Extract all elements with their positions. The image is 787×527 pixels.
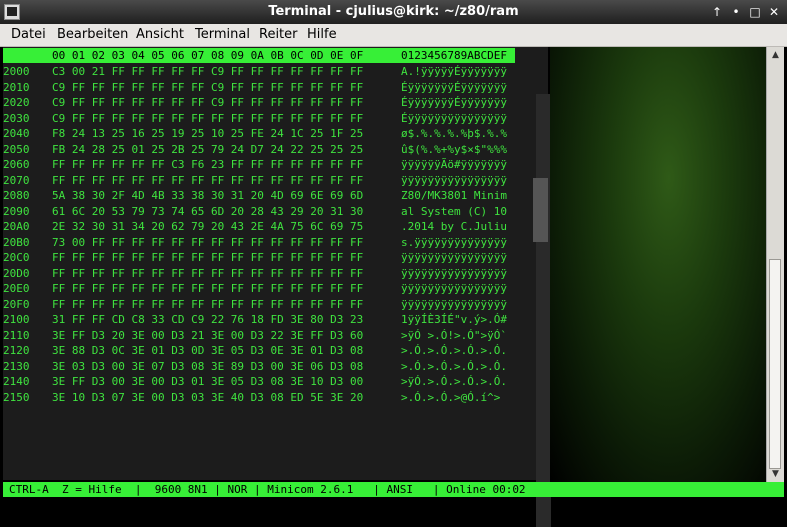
row-hex-bytes: 61 6C 20 53 79 73 74 65 6D 20 28 43 29 2… bbox=[52, 204, 364, 218]
row-address: 2090 bbox=[3, 204, 30, 218]
row-hex-bytes: C9 FF FF FF FF FF FF FF C9 FF FF FF FF F… bbox=[52, 96, 364, 109]
row-address: 2140 bbox=[3, 375, 30, 388]
row-address: 2110 bbox=[3, 328, 30, 342]
row-hex-bytes: FF FF FF FF FF FF FF FF FF FF FF FF FF F… bbox=[52, 251, 364, 264]
row-hex-bytes: FF FF FF FF FF FF FF FF FF FF FF FF FF F… bbox=[52, 266, 364, 280]
row-address: 2100 bbox=[3, 313, 30, 326]
row-ascii: ÿÿÿÿÿÿÿÿÿÿÿÿÿÿÿÿ bbox=[401, 282, 507, 295]
menu-terminal[interactable]: Terminal bbox=[195, 27, 250, 42]
row-hex-bytes: C3 00 21 FF FF FF FF FF C9 FF FF FF FF F… bbox=[52, 65, 364, 78]
row-address: 2040 bbox=[3, 127, 30, 140]
row-hex-bytes: C9 FF FF FF FF FF FF FF FF FF FF FF FF F… bbox=[52, 111, 364, 125]
minicom-status-bar: CTRL-A Z = Hilfe | 9600 8N1 | NOR | Mini… bbox=[3, 482, 784, 497]
row-hex-bytes: FF FF FF FF FF FF FF FF FF FF FF FF FF F… bbox=[52, 282, 364, 295]
row-address: 2050 bbox=[3, 142, 30, 156]
maximize-icon[interactable]: □ bbox=[746, 3, 764, 21]
close-icon[interactable]: ✕ bbox=[765, 3, 783, 21]
row-hex-bytes: FF FF FF FF FF FF FF FF FF FF FF FF FF F… bbox=[52, 297, 364, 311]
menu-bar: Datei Bearbeiten Ansicht Terminal Reiter… bbox=[0, 24, 787, 47]
window-scrollbar-thumb[interactable] bbox=[769, 259, 781, 469]
terminal-scroll-thumb[interactable] bbox=[533, 178, 548, 242]
row-address: 2010 bbox=[3, 80, 30, 94]
row-address: 20D0 bbox=[3, 266, 30, 280]
row-hex-bytes: 31 FF FF CD C8 33 CD C9 22 76 18 FD 3E 8… bbox=[52, 313, 364, 326]
row-ascii: ø$.%.%.%.%þ$.%.% bbox=[401, 127, 507, 140]
row-ascii: al System (C) 10 bbox=[401, 204, 507, 218]
row-address: 20A0 bbox=[3, 220, 30, 233]
menu-datei[interactable]: Datei bbox=[11, 27, 46, 42]
terminal-scroll-track[interactable] bbox=[536, 94, 551, 527]
row-hex-bytes: FF FF FF FF FF FF FF FF FF FF FF FF FF F… bbox=[52, 173, 364, 187]
row-address: 2130 bbox=[3, 359, 30, 373]
menu-reiter[interactable]: Reiter bbox=[259, 27, 298, 42]
row-address: 2070 bbox=[3, 173, 30, 187]
row-ascii: ÿÿÿÿÿÿÿÿÿÿÿÿÿÿÿÿ bbox=[401, 297, 507, 311]
minimize-icon[interactable]: • bbox=[727, 3, 745, 21]
row-ascii: ÿÿÿÿÿÿÃö#ÿÿÿÿÿÿÿ bbox=[401, 158, 507, 171]
row-hex-bytes: 5A 38 30 2F 4D 4B 33 38 30 31 20 4D 69 6… bbox=[52, 189, 364, 202]
row-address: 2150 bbox=[3, 390, 30, 404]
row-address: 2080 bbox=[3, 189, 30, 202]
row-hex-bytes: C9 FF FF FF FF FF FF FF C9 FF FF FF FF F… bbox=[52, 80, 364, 94]
header-ascii: 0123456789ABCDEF bbox=[401, 49, 507, 62]
row-hex-bytes: 3E FF D3 00 3E 00 D3 01 3E 05 D3 08 3E 1… bbox=[52, 375, 364, 388]
row-hex-bytes: 3E FF D3 20 3E 00 D3 21 3E 00 D3 22 3E F… bbox=[52, 328, 364, 342]
menu-bearbeiten[interactable]: Bearbeiten bbox=[57, 27, 128, 42]
scroll-up-icon[interactable]: ▲ bbox=[767, 49, 784, 61]
row-hex-bytes: 2E 32 30 31 34 20 62 79 20 43 2E 4A 75 6… bbox=[52, 220, 364, 233]
menu-hilfe[interactable]: Hilfe bbox=[307, 27, 337, 42]
row-hex-bytes: 3E 10 D3 07 3E 00 D3 03 3E 40 D3 08 ED 5… bbox=[52, 390, 364, 404]
row-address: 2060 bbox=[3, 158, 30, 171]
desktop-background bbox=[550, 47, 766, 482]
row-address: 20C0 bbox=[3, 251, 30, 264]
row-ascii: 1ÿÿÍÈ3ÍÉ"v.ý>.Ó# bbox=[401, 313, 507, 326]
row-ascii: >.Ó.>.Ó.>@Ó.í^> bbox=[401, 390, 507, 404]
keep-above-icon[interactable]: ↑ bbox=[708, 3, 726, 21]
window-title: Terminal - cjulius@kirk: ~/z80/ram bbox=[268, 4, 519, 19]
row-ascii: >.Ó.>.Ó.>.Ó.>.Ó. bbox=[401, 344, 507, 357]
row-address: 2000 bbox=[3, 65, 30, 78]
header-bytes: 00 01 02 03 04 05 06 07 08 09 0A 0B 0C 0… bbox=[52, 49, 364, 62]
row-ascii: >ÿÓ >.Ó!>.Ó">ÿÓ` bbox=[401, 328, 507, 342]
row-address: 2020 bbox=[3, 96, 30, 109]
row-ascii: .2014 by C.Juliu bbox=[401, 220, 507, 233]
terminal-area[interactable]: 00 01 02 03 04 05 06 07 08 09 0A 0B 0C 0… bbox=[3, 47, 551, 527]
hexdump-header: 00 01 02 03 04 05 06 07 08 09 0A 0B 0C 0… bbox=[3, 48, 515, 63]
row-ascii: ÿÿÿÿÿÿÿÿÿÿÿÿÿÿÿÿ bbox=[401, 251, 507, 264]
row-ascii: >ÿÓ.>.Ó.>.Ó.>.Ó. bbox=[401, 375, 507, 388]
row-ascii: ÉÿÿÿÿÿÿÿÉÿÿÿÿÿÿÿ bbox=[401, 80, 507, 94]
row-ascii: ÿÿÿÿÿÿÿÿÿÿÿÿÿÿÿÿ bbox=[401, 173, 507, 187]
row-ascii: Éÿÿÿÿÿÿÿÿÿÿÿÿÿÿÿ bbox=[401, 111, 507, 125]
menu-ansicht[interactable]: Ansicht bbox=[136, 27, 184, 42]
row-hex-bytes: 3E 88 D3 0C 3E 01 D3 0D 3E 05 D3 0E 3E 0… bbox=[52, 344, 364, 357]
row-address: 20F0 bbox=[3, 297, 30, 311]
row-hex-bytes: 3E 03 D3 00 3E 07 D3 08 3E 89 D3 00 3E 0… bbox=[52, 359, 364, 373]
row-address: 2120 bbox=[3, 344, 30, 357]
window-scrollbar[interactable]: ▲ ▼ bbox=[766, 47, 784, 482]
row-ascii: Z80/MK3801 Minim bbox=[401, 189, 507, 202]
row-address: 20E0 bbox=[3, 282, 30, 295]
row-ascii: û$(%.%+%y$×$"%%% bbox=[401, 142, 507, 156]
scroll-down-icon[interactable]: ▼ bbox=[767, 468, 784, 480]
row-hex-bytes: 73 00 FF FF FF FF FF FF FF FF FF FF FF F… bbox=[52, 235, 364, 249]
window-titlebar: Terminal - cjulius@kirk: ~/z80/ram ↑ • □… bbox=[0, 0, 787, 24]
row-hex-bytes: FB 24 28 25 01 25 2B 25 79 24 D7 24 22 2… bbox=[52, 142, 364, 156]
row-hex-bytes: FF FF FF FF FF FF C3 F6 23 FF FF FF FF F… bbox=[52, 158, 364, 171]
row-address: 20B0 bbox=[3, 235, 30, 249]
row-ascii: s.ÿÿÿÿÿÿÿÿÿÿÿÿÿÿ bbox=[401, 235, 507, 249]
row-hex-bytes: F8 24 13 25 16 25 19 25 10 25 FE 24 1C 2… bbox=[52, 127, 364, 140]
row-ascii: >.Ó.>.Ó.>.Ó.>.Ó. bbox=[401, 359, 507, 373]
row-ascii: ÿÿÿÿÿÿÿÿÿÿÿÿÿÿÿÿ bbox=[401, 266, 507, 280]
row-ascii: ÉÿÿÿÿÿÿÿÉÿÿÿÿÿÿÿ bbox=[401, 96, 507, 109]
row-address: 2030 bbox=[3, 111, 30, 125]
row-ascii: A.!ÿÿÿÿÿÉÿÿÿÿÿÿÿ bbox=[401, 65, 507, 78]
